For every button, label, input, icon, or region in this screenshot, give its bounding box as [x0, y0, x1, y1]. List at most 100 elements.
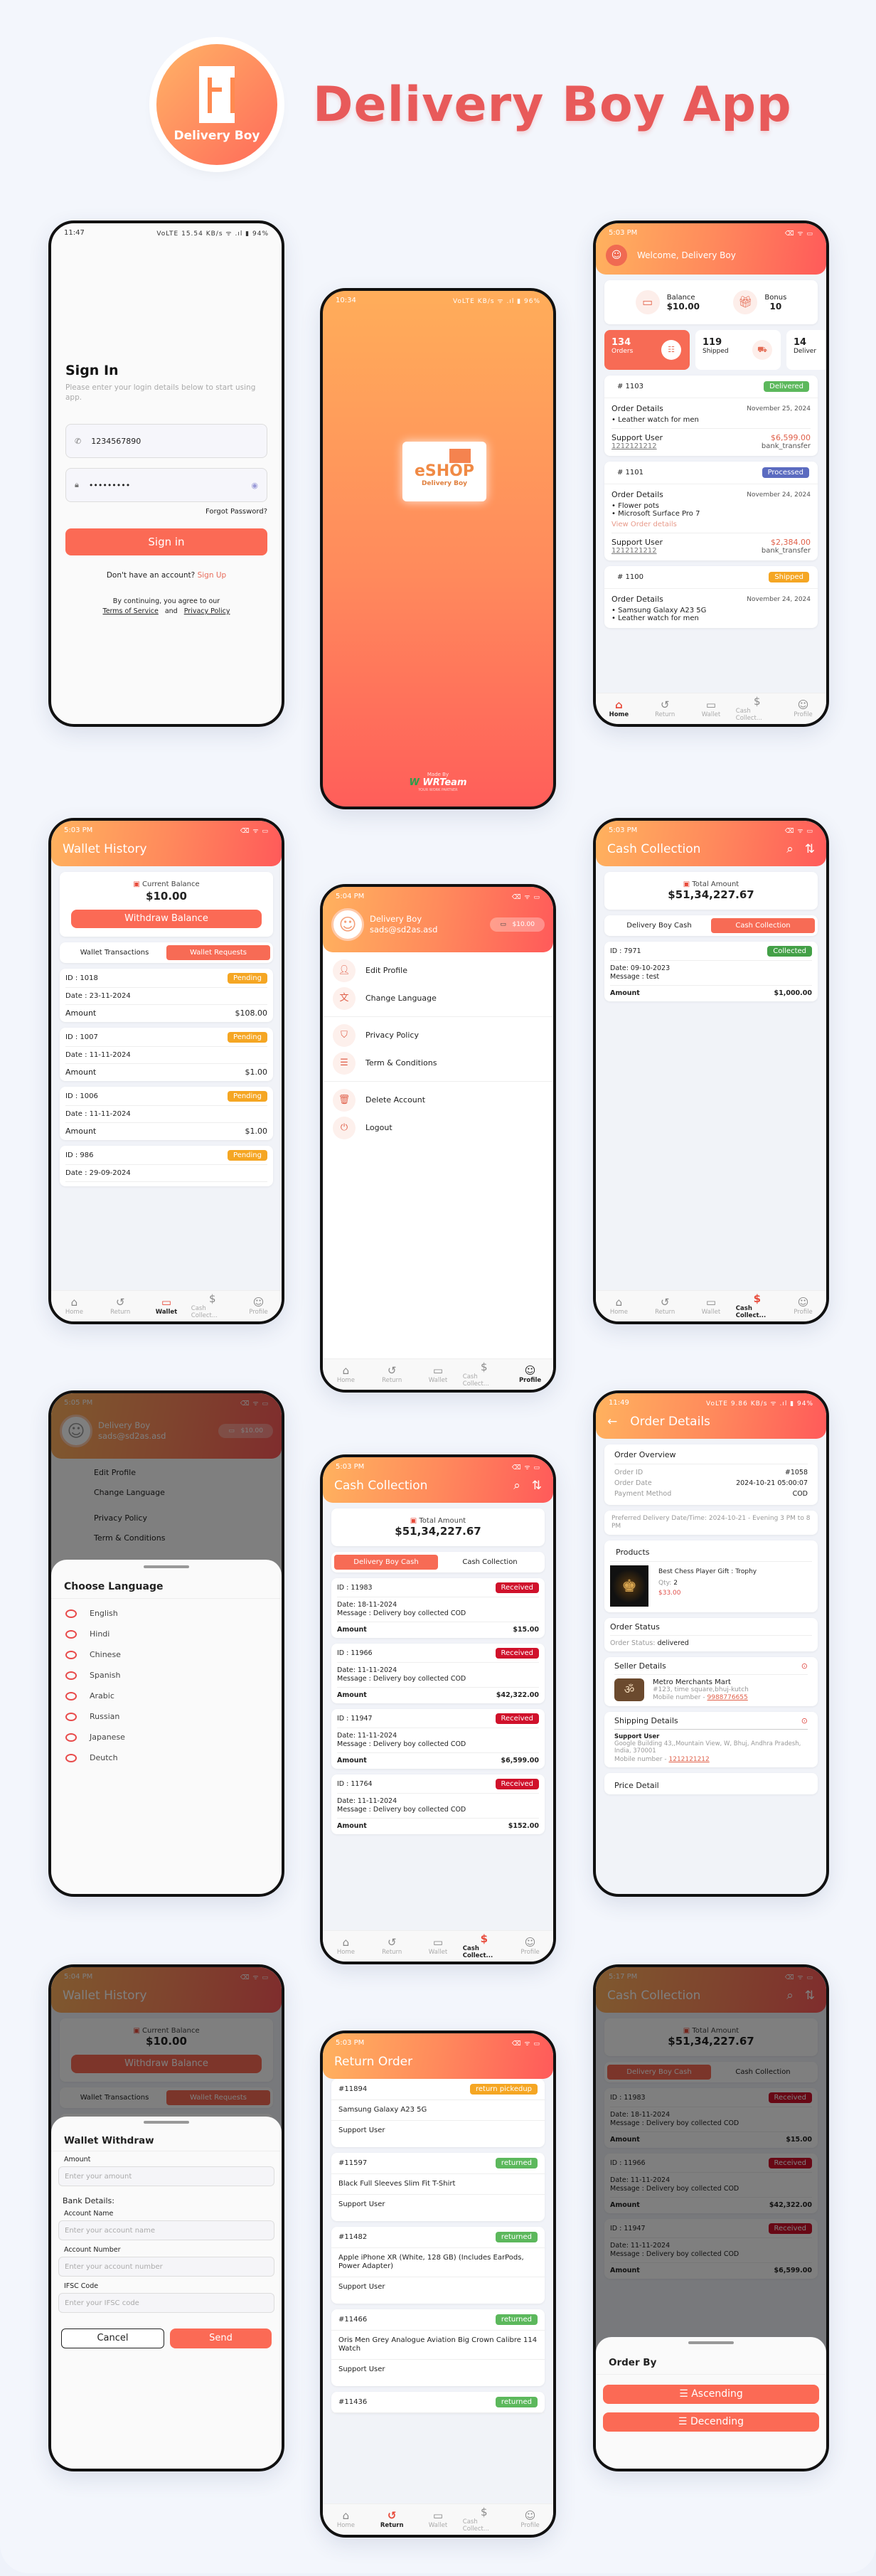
radio-icon[interactable]	[65, 1691, 77, 1701]
phone-input[interactable]: ✆ 1234567890	[65, 424, 267, 458]
radio-icon[interactable]	[65, 1671, 77, 1680]
nav-home[interactable]: ⌂ Home	[324, 2510, 367, 2530]
sheet-handle[interactable]	[144, 2121, 189, 2124]
language-option-russian[interactable]: Russian	[65, 1706, 267, 1727]
seller-mobile-link[interactable]: 9988776655	[707, 1694, 748, 1701]
cash-item[interactable]: ID : 11966 Received Date: 11-11-2024Messag…	[331, 1644, 545, 1703]
nav-cash-collection[interactable]: $ Cash Collect...	[463, 1933, 506, 1960]
return-item[interactable]: #11466 returned Oris Men Grey Analogue Avi…	[331, 2309, 545, 2386]
account-number-input[interactable]: Enter your account number	[58, 2257, 274, 2277]
location-pin-icon[interactable]: ⊙	[801, 1716, 808, 1725]
nav-home[interactable]: ⌂ Home	[597, 699, 640, 719]
nav-wallet[interactable]: ▭ Wallet	[690, 699, 732, 719]
radio-icon[interactable]	[65, 1629, 77, 1639]
user-avatar-icon[interactable]: ☺	[606, 245, 627, 266]
nav-wallet[interactable]: ▭ Wallet	[145, 1297, 188, 1316]
ship-mobile-link[interactable]: 1212121212	[669, 1756, 710, 1763]
menu-item-logout[interactable]: ⏻ Logout	[333, 1114, 543, 1141]
nav-home[interactable]: ⌂ Home	[324, 1937, 367, 1957]
terms-link[interactable]: Terms of Service	[103, 607, 159, 615]
order-card[interactable]: # 1101 Processed Order Details November 24…	[604, 462, 818, 560]
return-item[interactable]: #11597 returned Black Full Sleeves Slim Fi…	[331, 2153, 545, 2221]
tab-delivery-boy-cash[interactable]: Delivery Boy Cash	[334, 1555, 438, 1570]
password-input[interactable]: 🔒︎ ••••••••• ◉	[65, 468, 267, 502]
location-pin-icon[interactable]: ⊙	[801, 1661, 808, 1671]
nav-cash-collection[interactable]: $ Cash Collect...	[463, 2506, 506, 2533]
nav-profile[interactable]: ☺ Profile	[509, 1937, 552, 1957]
nav-wallet[interactable]: ▭ Wallet	[690, 1297, 732, 1316]
sort-icon[interactable]: ⇅	[532, 1479, 542, 1493]
stat-delivered[interactable]: 14 Deliver	[786, 330, 826, 370]
nav-return[interactable]: ↺ Return	[370, 2510, 413, 2530]
stat-shipped[interactable]: 119 Shipped ⛟	[695, 330, 781, 370]
amount-input[interactable]: Enter your amount	[58, 2166, 274, 2186]
language-option-spanish[interactable]: Spanish	[65, 1665, 267, 1686]
language-option-deutch[interactable]: Deutch	[65, 1747, 267, 1768]
search-icon[interactable]: ⌕	[513, 1479, 520, 1493]
customer-phone[interactable]: 1212121212	[611, 442, 657, 450]
tab-cash-collection[interactable]: Cash Collection	[711, 918, 815, 933]
nav-wallet[interactable]: ▭ Wallet	[417, 1365, 459, 1385]
customer-phone[interactable]: 1212121212	[611, 547, 657, 555]
menu-item-change-language[interactable]: 文 Change Language	[333, 984, 543, 1012]
wallet-request-item[interactable]: ID : 1006 Pending Date : 11-11-2024 Amount $…	[60, 1087, 273, 1140]
tab-wallet-requests[interactable]: Wallet Requests	[166, 945, 270, 960]
nav-home[interactable]: ⌂ Home	[597, 1297, 640, 1316]
descending-button[interactable]: ☰ Decending	[603, 2412, 819, 2432]
nav-profile[interactable]: ☺ Profile	[237, 1297, 280, 1316]
view-order-details-link[interactable]: View Order details	[611, 521, 811, 528]
language-option-arabic[interactable]: Arabic	[65, 1686, 267, 1706]
nav-cash-collection[interactable]: $ Cash Collect...	[463, 1361, 506, 1388]
wallet-chip[interactable]: ▭ $10.00	[490, 917, 545, 932]
language-option-hindi[interactable]: Hindi	[65, 1624, 267, 1644]
eye-off-icon[interactable]: ◉	[251, 481, 258, 490]
cash-item[interactable]: ID : 11947 Received Date: 11-11-2024Messag…	[331, 1709, 545, 1769]
signup-link[interactable]: Sign Up	[198, 571, 227, 580]
radio-icon[interactable]	[65, 1609, 77, 1618]
avatar[interactable]: ☺	[331, 908, 364, 941]
send-button[interactable]: Send	[170, 2328, 272, 2348]
sort-icon[interactable]: ⇅	[805, 842, 815, 856]
nav-return[interactable]: ↺ Return	[99, 1297, 141, 1316]
language-option-japanese[interactable]: Japanese	[65, 1727, 267, 1747]
tab-wallet-transactions[interactable]: Wallet Transactions	[63, 945, 166, 960]
language-option-chinese[interactable]: Chinese	[65, 1644, 267, 1665]
radio-icon[interactable]	[65, 1733, 77, 1742]
back-arrow-icon[interactable]: ←	[607, 1415, 617, 1429]
nav-home[interactable]: ⌂ Home	[324, 1365, 367, 1385]
ifsc-input[interactable]: Enter your IFSC code	[58, 2293, 274, 2313]
menu-item-delete-account[interactable]: 🗑︎ Delete Account	[333, 1086, 543, 1114]
order-card[interactable]: # 1100 Shipped Order Details November 24, …	[604, 566, 818, 628]
wallet-request-item[interactable]: ID : 986 Pending Date : 29-09-2024	[60, 1146, 273, 1186]
cash-item[interactable]: ID : 11983 Received Date: 18-11-2024Messag…	[331, 1578, 545, 1638]
nav-profile[interactable]: ☺ Profile	[782, 699, 825, 719]
tab-cash-collection[interactable]: Cash Collection	[438, 1555, 542, 1570]
return-item[interactable]: #11894 return pickedup Samsung Galaxy A23 …	[331, 2079, 545, 2147]
nav-wallet[interactable]: ▭ Wallet	[417, 1937, 459, 1957]
signin-button[interactable]: Sign in	[65, 528, 267, 555]
nav-cash-collection[interactable]: $ Cash Collect...	[191, 1293, 234, 1320]
withdraw-balance-button[interactable]: Withdraw Balance	[71, 910, 262, 928]
nav-home[interactable]: ⌂ Home	[53, 1297, 95, 1316]
sheet-handle[interactable]	[688, 2341, 734, 2344]
menu-item-edit-profile[interactable]: 👤︎ Edit Profile	[333, 957, 543, 984]
ascending-button[interactable]: ☰ Ascending	[603, 2385, 819, 2404]
wallet-request-item[interactable]: ID : 1018 Pending Date : 23-11-2024 Amount $…	[60, 969, 273, 1022]
radio-icon[interactable]	[65, 1650, 77, 1659]
nav-cash-collection[interactable]: $ Cash Collect...	[736, 696, 779, 723]
cash-item[interactable]: ID : 7971 Collected Date: 09-10-2023 Messa…	[604, 942, 818, 1001]
return-item[interactable]: #11436 returned	[331, 2392, 545, 2413]
order-card[interactable]: # 1103 Delivered Order Details November 25…	[604, 376, 818, 456]
stat-orders[interactable]: 134 Orders ☷	[604, 330, 690, 370]
menu-item-term-conditions[interactable]: ☰ Term & Conditions	[333, 1049, 543, 1077]
nav-profile[interactable]: ☺ Profile	[782, 1297, 825, 1316]
cash-item[interactable]: ID : 11764 Received Date: 11-11-2024 Messag…	[331, 1774, 545, 1834]
sheet-handle[interactable]	[144, 1565, 189, 1568]
nav-return[interactable]: ↺ Return	[643, 1297, 686, 1316]
nav-profile[interactable]: ☺ Profile	[509, 2510, 552, 2530]
language-option-english[interactable]: English	[65, 1603, 267, 1624]
nav-return[interactable]: ↺ Return	[643, 699, 686, 719]
search-icon[interactable]: ⌕	[786, 842, 794, 856]
radio-icon[interactable]	[65, 1712, 77, 1721]
radio-icon[interactable]	[65, 1753, 77, 1762]
